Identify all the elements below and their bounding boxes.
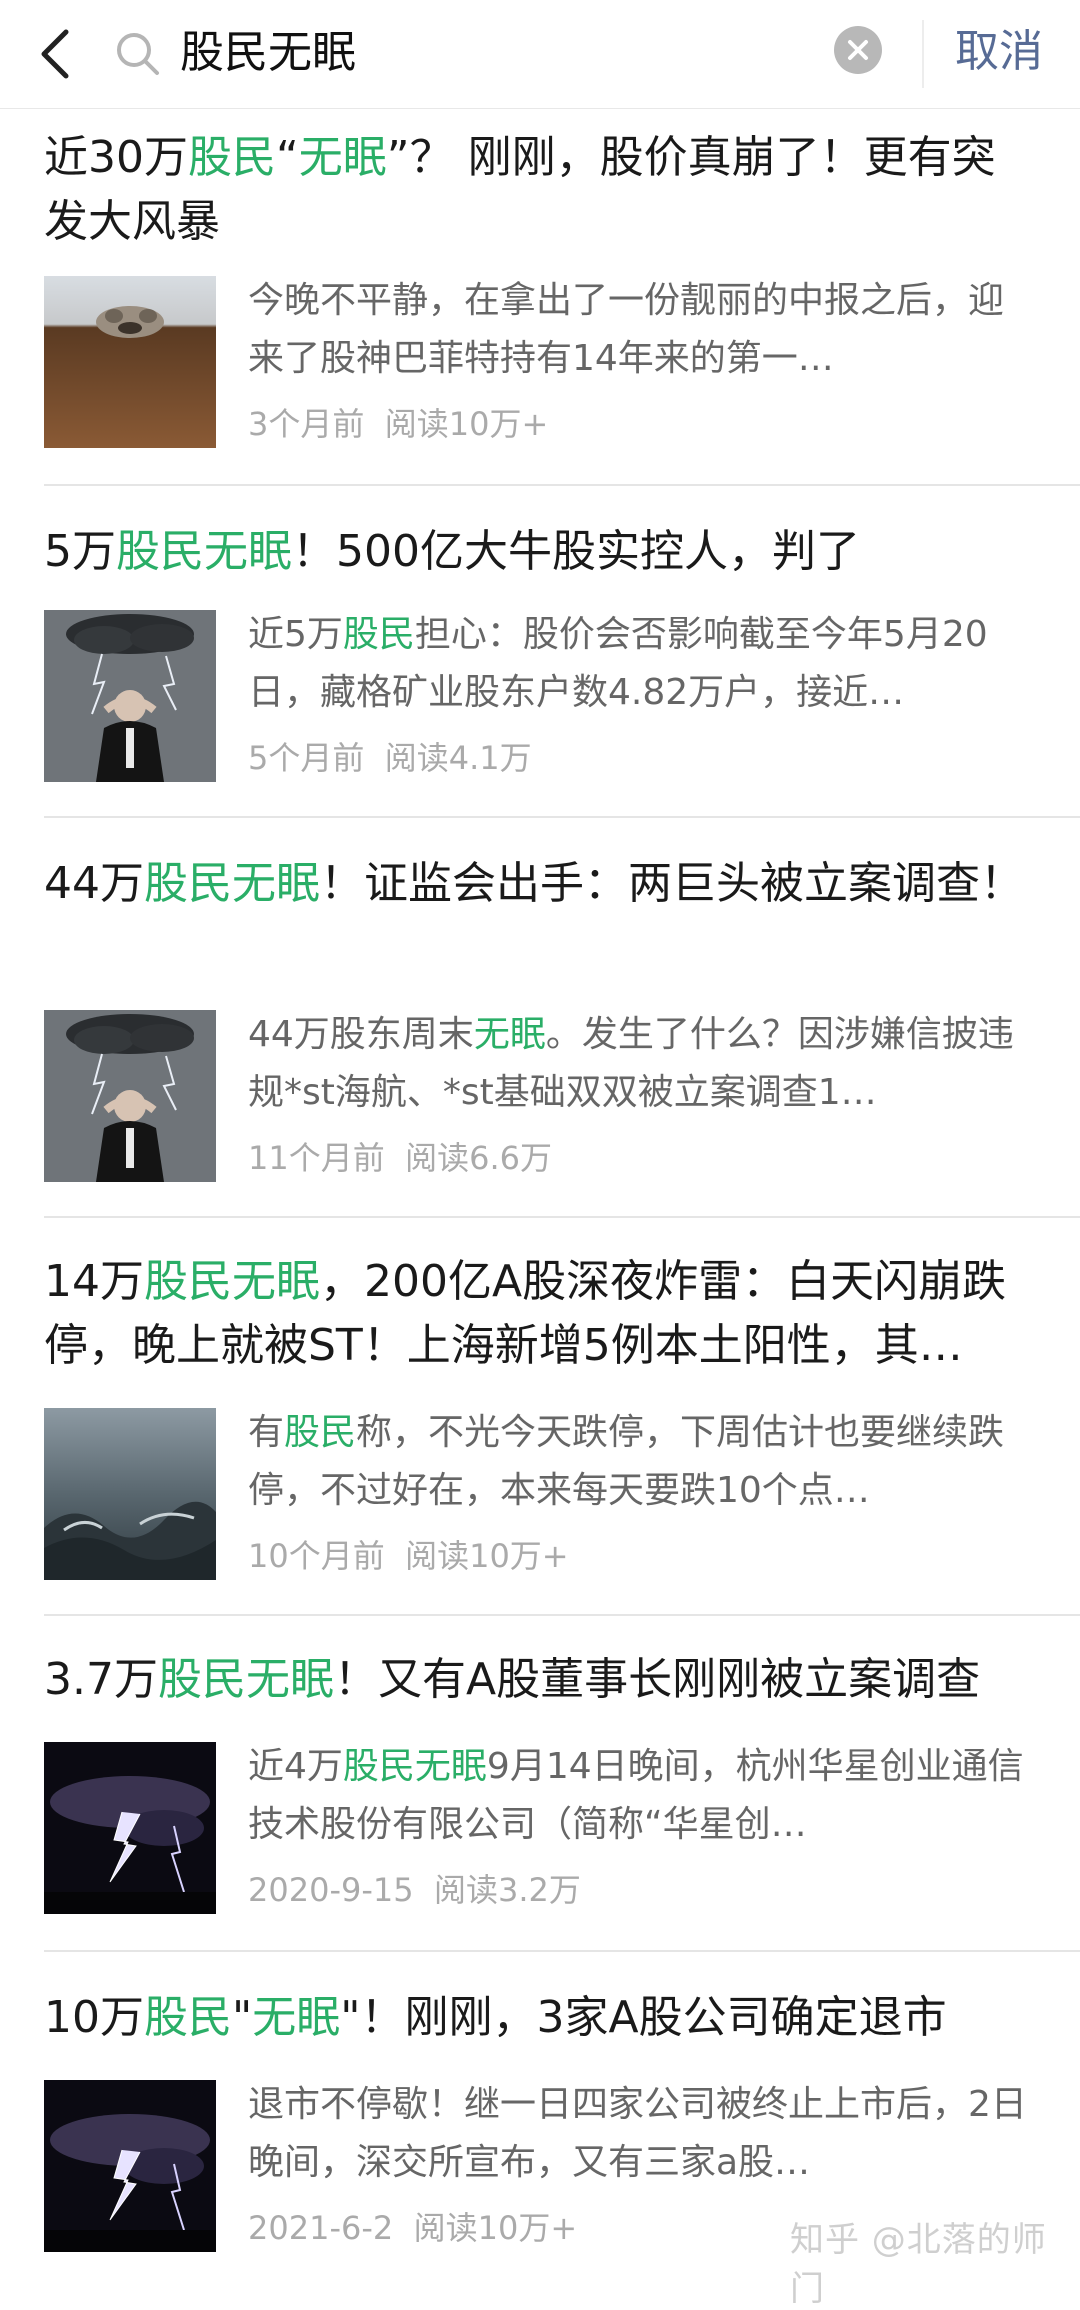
result-thumbnail	[44, 1742, 216, 1914]
highlight-text: 股民无眠	[144, 858, 320, 909]
result-title[interactable]: 14万股民无眠，200亿A股深夜炸雷：白天闪崩跌停，晚上就被ST！上海新增5例本…	[44, 1250, 1024, 1378]
result-reads: 阅读10万+	[405, 1537, 569, 1575]
highlight-text: 股民无眠	[342, 1746, 487, 1787]
result-item[interactable]: 44万股民无眠！证监会出手：两巨头被立案调查！ 44万股东周末无眠。发生了什么？…	[0, 820, 1080, 1218]
result-summary: 44万股东周末无眠。发生了什么？因涉嫌信披违规*st海航、*st基础双双被立案调…	[248, 1006, 1028, 1122]
result-reads: 阅读4.1万	[384, 739, 532, 777]
result-time: 11个月前	[248, 1139, 385, 1177]
result-summary: 近5万股民担心：股价会否影响截至今年5月20日，藏格矿业股东户数4.82万户，接…	[248, 606, 1028, 722]
cancel-button[interactable]: 取消	[955, 24, 1043, 80]
clear-icon[interactable]	[834, 26, 882, 74]
result-reads: 阅读10万+	[384, 405, 549, 443]
result-meta: 2020-9-15 阅读3.2万	[248, 1870, 581, 1910]
text: 5万	[44, 526, 116, 577]
result-time: 5个月前	[248, 739, 365, 777]
result-reads: 阅读6.6万	[405, 1139, 552, 1177]
text: ！证监会出手：两巨头被立案调查！	[320, 858, 1024, 909]
text: 44万股东周末	[248, 1014, 474, 1055]
result-item[interactable]: 14万股民无眠，200亿A股深夜炸雷：白天闪崩跌停，晚上就被ST！上海新增5例本…	[0, 1218, 1080, 1618]
highlight-text: 股民无眠	[157, 1654, 334, 1705]
result-meta: 3个月前 阅读10万+	[248, 404, 548, 444]
text: 10万	[44, 1992, 144, 2043]
result-time: 2020-9-15	[248, 1871, 414, 1909]
result-item[interactable]: 5万股民无眠！500亿大牛股实控人，判了 近5万股民担心：股价会否影响截至今年5…	[0, 488, 1080, 820]
text: 近5万	[248, 614, 343, 655]
text: 44万	[44, 858, 144, 909]
highlight-text: 股民	[188, 132, 276, 183]
result-title[interactable]: 近30万股民“无眠”？ 刚刚，股价真崩了！更有突发大风暴	[44, 126, 1024, 254]
result-meta: 10个月前 阅读10万+	[248, 1536, 569, 1576]
highlight-text: 股民	[284, 1412, 357, 1453]
text: ！又有A股董事长刚刚被立案调查	[333, 1654, 981, 1705]
result-meta: 11个月前 阅读6.6万	[248, 1138, 552, 1178]
divider	[44, 1614, 1080, 1616]
result-item[interactable]: 3.7万股民无眠！又有A股董事长刚刚被立案调查 近4万股民无眠9月14日晚间，杭…	[0, 1618, 1080, 1954]
text: 称，不光今天跌停，下周估计也要继续跌停，不过好在，本来每天要跌10个点…	[248, 1412, 1005, 1511]
result-title[interactable]: 5万股民无眠！500亿大牛股实控人，判了	[44, 520, 1024, 584]
result-reads: 阅读3.2万	[433, 1871, 581, 1909]
highlight-text: 股民	[342, 614, 415, 655]
result-title[interactable]: 10万股民"无眠"！刚刚，3家A股公司确定退市	[44, 1986, 1024, 2050]
search-input[interactable]: 股民无眠	[180, 22, 356, 84]
divider	[44, 1950, 1080, 1952]
highlight-text: 股民无眠	[116, 526, 292, 577]
result-summary: 有股民称，不光今天跌停，下周估计也要继续跌停，不过好在，本来每天要跌10个点…	[248, 1404, 1028, 1520]
result-item[interactable]: 近30万股民“无眠”？ 刚刚，股价真崩了！更有突发大风暴 今晚不平静，在拿出了一…	[0, 108, 1080, 488]
highlight-text: 无眠	[473, 1014, 546, 1055]
text: 今晚不平静，在拿出了一份靓丽的中报之后，迎来了股神巴菲特持有14年来的第一…	[248, 280, 1005, 379]
result-title[interactable]: 3.7万股民无眠！又有A股董事长刚刚被立案调查	[44, 1648, 1024, 1712]
result-thumbnail	[44, 2080, 216, 2252]
highlight-text: 无眠	[298, 132, 387, 183]
result-thumbnail	[44, 610, 216, 782]
result-summary: 今晚不平静，在拿出了一份靓丽的中报之后，迎来了股神巴菲特持有14年来的第一…	[248, 272, 1028, 388]
text: 有	[248, 1412, 285, 1453]
result-reads: 阅读10万+	[413, 2209, 578, 2247]
result-time: 2021-6-2	[248, 2209, 394, 2247]
result-thumbnail	[44, 1408, 216, 1580]
result-time: 10个月前	[248, 1537, 385, 1575]
text: 14万	[44, 1256, 144, 1307]
back-arrow-icon[interactable]	[34, 26, 84, 82]
result-summary: 近4万股民无眠9月14日晚间，杭州华星创业通信技术股份有限公司（简称“华星创…	[248, 1738, 1028, 1854]
search-divider	[922, 20, 924, 88]
divider	[44, 484, 1080, 486]
highlight-text: 股民无眠	[144, 1256, 320, 1307]
text: 3.7万	[44, 1654, 158, 1705]
result-thumbnail	[44, 276, 216, 448]
text: 近30万	[44, 132, 188, 183]
result-summary: 退市不停歇！继一日四家公司被终止上市后，2日晚间，深交所宣布，又有三家a股…	[248, 2076, 1028, 2192]
divider	[44, 816, 1080, 818]
result-title[interactable]: 44万股民无眠！证监会出手：两巨头被立案调查！	[44, 852, 1024, 916]
text: "	[232, 1992, 253, 2043]
result-thumbnail	[44, 1010, 216, 1182]
text: ！500亿大牛股实控人，判了	[292, 526, 860, 577]
highlight-text: 无眠	[252, 1992, 341, 2043]
result-time: 3个月前	[248, 405, 365, 443]
watermark: 知乎 @北落的师门	[790, 2220, 1047, 2309]
search-bar: 股民无眠 取消	[0, 0, 1080, 109]
highlight-text: 股民	[144, 1992, 232, 2043]
result-meta: 2021-6-2 阅读10万+	[248, 2208, 577, 2248]
search-icon	[112, 28, 164, 80]
result-meta: 5个月前 阅读4.1万	[248, 738, 532, 778]
text: 近4万	[248, 1746, 343, 1787]
text: “	[276, 132, 299, 183]
text: 退市不停歇！继一日四家公司被终止上市后，2日晚间，深交所宣布，又有三家a股…	[248, 2084, 1027, 2183]
text: "！刚刚，3家A股公司确定退市	[340, 1992, 947, 2043]
